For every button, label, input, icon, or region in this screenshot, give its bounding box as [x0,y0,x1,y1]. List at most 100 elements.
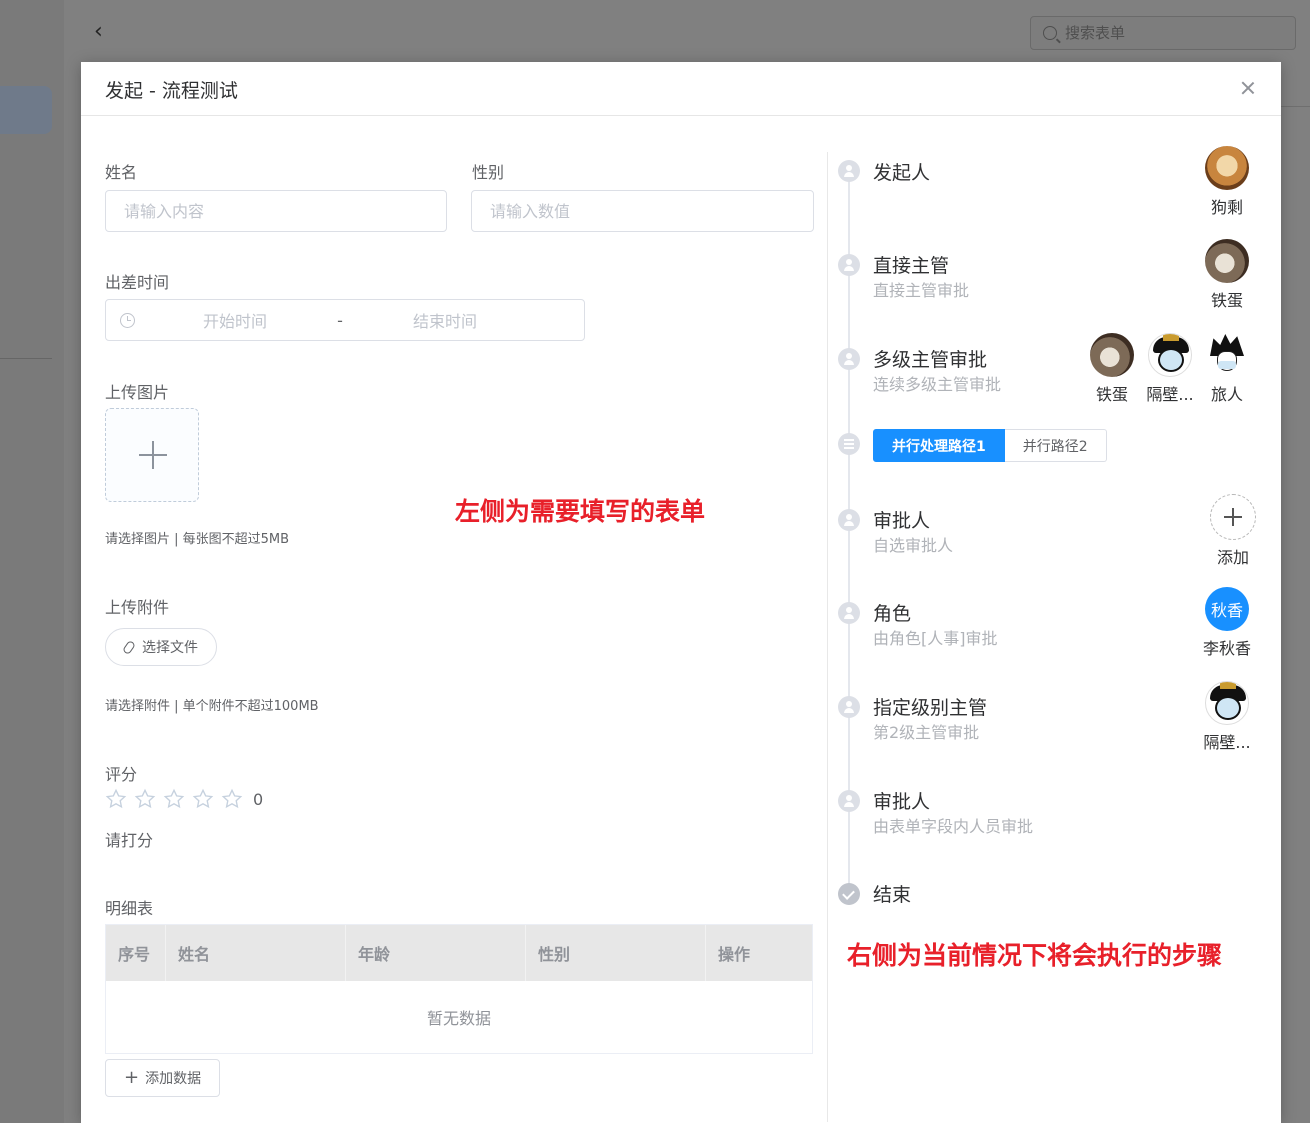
background-divider [1281,106,1310,107]
approver-name: 铁蛋 [1210,291,1243,310]
user-icon [838,790,860,812]
node-title: 多级主管审批 [873,349,988,371]
dialog-body: 姓名 性别 出差时间 开始时间 - 结束时间 上传图片 请选择图片 | 每张图不… [81,62,1281,1123]
add-data-label: 添加数据 [145,1071,202,1087]
avatar [1205,239,1249,283]
plus-icon-vertical [152,441,154,469]
add-data-button[interactable]: + 添加数据 [105,1059,221,1097]
node-subtitle: 由表单字段内人员审批 [873,817,1034,836]
star-icon[interactable] [134,788,158,810]
form-search-box[interactable] [1030,16,1296,50]
upload-image-label: 上传图片 [105,383,170,402]
upload-file-hint: 请选择附件 | 单个附件不超过100MB [105,699,319,714]
name-label: 姓名 [105,163,138,182]
add-approver-label: 添加 [1216,548,1249,567]
user-icon [838,254,860,276]
rating-stars[interactable]: 0 [105,788,263,810]
star-icon[interactable] [221,788,245,810]
gender-label: 性别 [472,163,505,182]
node-subtitle: 自选审批人 [873,536,954,555]
user-icon [838,509,860,531]
avatar [1205,681,1249,725]
node-title: 审批人 [873,510,931,532]
name-input-box[interactable] [105,190,447,232]
clock-icon [120,312,135,328]
user-icon [838,160,860,182]
back-arrow-icon[interactable]: ‹ [94,18,116,46]
rating-value: 0 [253,789,264,809]
avatar [1090,333,1134,377]
column-header: 操作 [718,945,751,964]
column-header: 姓名 [166,925,346,981]
image-upload-button[interactable] [105,408,199,502]
rating-label: 评分 [105,765,138,784]
user-icon [838,602,860,624]
branch-tabs: 并行处理路径1 并行路径2 [873,429,1107,462]
end-time-placeholder[interactable]: 结束时间 [355,308,535,332]
approver-name: 李秋香 [1202,639,1251,658]
user-icon [838,696,860,718]
add-approver-button[interactable]: 添加 [1201,494,1265,568]
sidebar-divider [0,358,52,359]
check-icon [838,883,860,905]
gender-input[interactable] [472,191,813,231]
avatar [1148,333,1192,377]
paperclip-icon [124,641,134,653]
node-subtitle: 由角色[人事]审批 [873,629,998,648]
branch-icon [838,433,860,455]
node-subtitle: 连续多级主管审批 [873,375,1002,394]
star-icon[interactable] [192,788,216,810]
plus-icon [1210,494,1256,540]
node-title: 角色 [873,603,912,625]
node-title: 发起人 [873,162,931,184]
node-title: 指定级别主管 [873,697,988,719]
approver-user[interactable]: 隔壁... [1138,333,1202,405]
approver-name: 狗剩 [1210,198,1243,217]
node-title: 审批人 [873,791,931,813]
approver-user[interactable]: 铁蛋 [1195,239,1259,311]
node-title: 直接主管 [873,255,950,277]
star-icon[interactable] [105,788,129,810]
approver-user[interactable]: 狗剩 [1195,146,1259,218]
node-subtitle: 第2级主管审批 [873,723,980,742]
left-annotation: 左侧为需要填写的表单 [455,497,706,526]
approver-name: 旅人 [1210,385,1243,404]
column-header: 年龄 [346,925,526,981]
table-header: 序号 姓名 年龄 性别 操作 [106,925,812,981]
sidebar-active-item [0,86,52,134]
search-icon [1043,26,1057,40]
approver-user[interactable]: 秋香 李秋香 [1195,587,1259,659]
column-header: 性别 [526,925,706,981]
column-header: 序号 [106,925,166,981]
gender-input-box[interactable] [471,190,814,232]
trip-time-range-picker[interactable]: 开始时间 - 结束时间 [105,299,585,341]
select-file-button[interactable]: 选择文件 [105,628,217,666]
avatar [1205,333,1249,377]
node-subtitle: 直接主管审批 [873,281,970,300]
approver-user[interactable]: 隔壁... [1195,681,1259,753]
approver-name: 隔壁... [1146,385,1194,404]
upload-image-hint: 请选择图片 | 每张图不超过5MB [105,532,290,547]
approver-name: 隔壁... [1203,733,1251,752]
detail-table: 序号 姓名 年龄 性别 操作 暂无数据 [105,924,813,1054]
star-icon[interactable] [163,788,187,810]
start-time-placeholder[interactable]: 开始时间 [145,308,325,332]
tab-parallel-path-1[interactable]: 并行处理路径1 [873,429,1005,462]
user-icon [838,348,860,370]
form-search-input[interactable] [1063,23,1267,43]
plus-icon: + [124,1067,140,1088]
upload-file-label: 上传附件 [105,598,170,617]
select-file-label: 选择文件 [142,640,198,656]
table-empty-text: 暂无数据 [426,1009,491,1028]
tab-parallel-path-2[interactable]: 并行路径2 [1004,429,1107,462]
approver-user[interactable]: 旅人 [1195,333,1259,405]
rating-hint: 请打分 [105,831,154,850]
process-timeline [848,172,850,892]
form-process-divider [827,152,828,1122]
name-input[interactable] [106,191,446,231]
avatar [1205,146,1249,190]
approver-user[interactable]: 铁蛋 [1080,333,1144,405]
node-title-end: 结束 [873,884,912,906]
background-sidebar [0,0,65,1123]
approver-name: 铁蛋 [1095,385,1128,404]
